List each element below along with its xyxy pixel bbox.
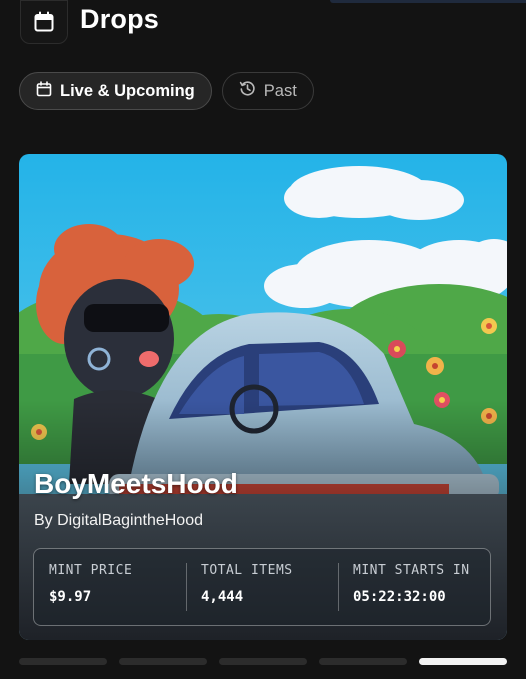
drop-card[interactable]: BoyMeetsHood By DigitalBagintheHood MINT… — [19, 154, 507, 640]
stat-label: MINT STARTS IN — [353, 563, 470, 578]
calendar-icon — [20, 0, 68, 44]
pager-dot[interactable] — [319, 658, 407, 665]
top-edge-decoration — [330, 0, 526, 3]
pager-dot[interactable] — [219, 658, 307, 665]
stat-mint-price: MINT PRICE $9.97 — [34, 549, 186, 625]
stat-label: MINT PRICE — [49, 563, 133, 578]
carousel-pager — [19, 658, 507, 665]
drop-tabs: Live & Upcoming Past — [19, 72, 314, 110]
stat-value: 4,444 — [201, 589, 244, 605]
tab-live-upcoming-label: Live & Upcoming — [60, 81, 195, 100]
tab-live-upcoming[interactable]: Live & Upcoming — [19, 72, 212, 110]
calendar-icon — [36, 80, 52, 102]
drop-creator[interactable]: By DigitalBagintheHood — [34, 512, 203, 530]
pager-dot[interactable] — [119, 658, 207, 665]
page-header: Drops — [20, 0, 159, 44]
tab-past[interactable]: Past — [221, 72, 314, 110]
drop-title[interactable]: BoyMeetsHood — [34, 468, 238, 500]
drop-stats-panel: MINT PRICE $9.97 TOTAL ITEMS 4,444 MINT … — [33, 548, 491, 626]
pager-dot-active[interactable] — [419, 658, 507, 665]
stat-mint-countdown: MINT STARTS IN 05:22:32:00 — [338, 549, 490, 625]
stat-value: 05:22:32:00 — [353, 589, 446, 605]
stat-value: $9.97 — [49, 589, 92, 605]
tab-past-label: Past — [263, 81, 297, 100]
stat-label: TOTAL ITEMS — [201, 563, 293, 578]
pager-dot[interactable] — [19, 658, 107, 665]
history-icon — [239, 80, 256, 102]
stat-total-items: TOTAL ITEMS 4,444 — [186, 549, 338, 625]
page-title: Drops — [80, 3, 160, 34]
